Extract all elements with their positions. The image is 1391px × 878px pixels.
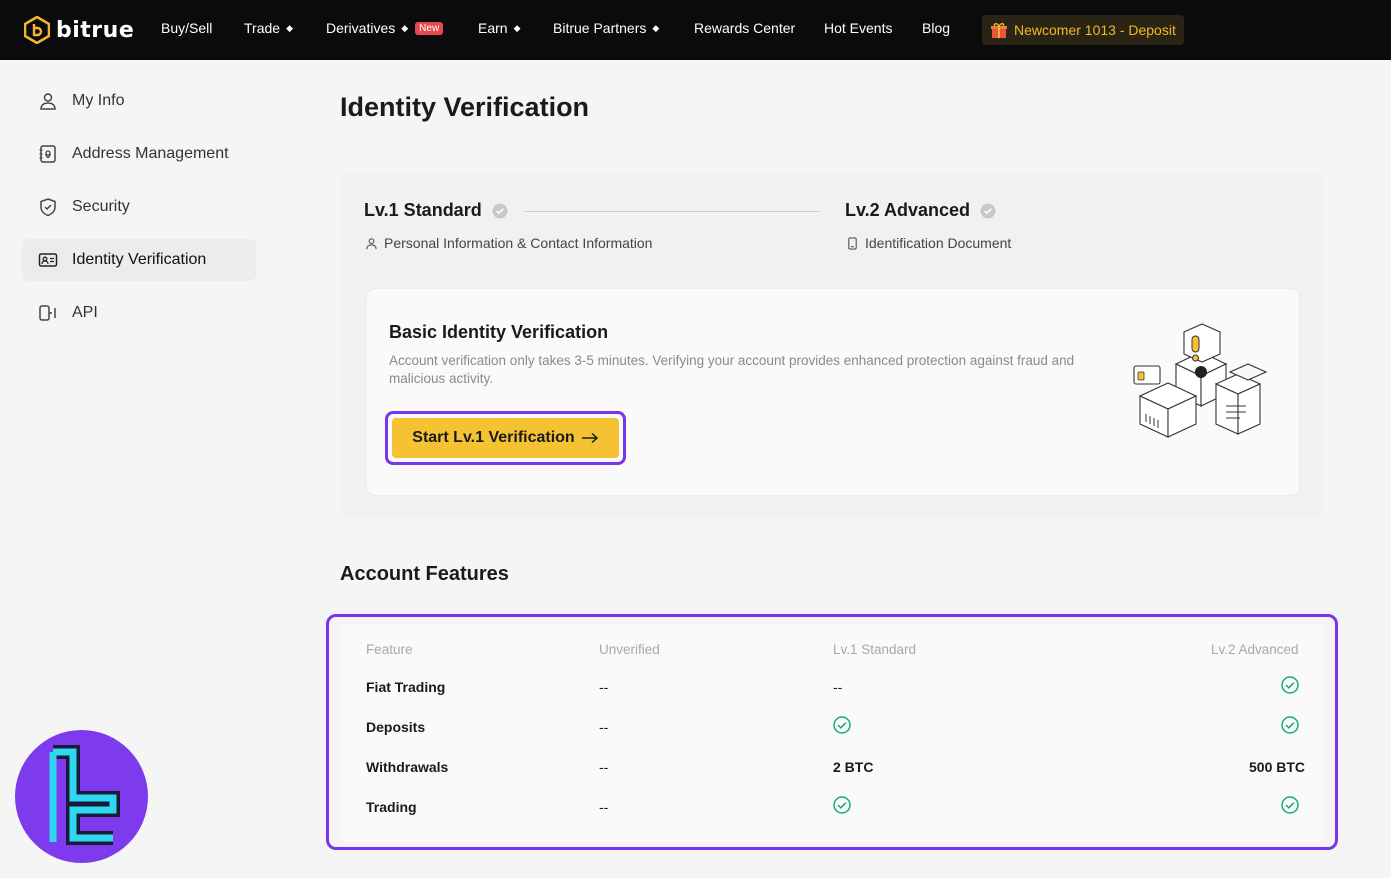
promo-label: Newcomer 1013 - Deposit (1014, 22, 1176, 38)
nav-label: Blog (922, 20, 951, 36)
nav-label: Derivatives (326, 20, 396, 36)
table-cell-unverified: -- (599, 719, 609, 735)
table-cell-unverified: -- (599, 679, 609, 695)
column-header-lv2: Lv.2 Advanced (1211, 642, 1299, 657)
nav-label: Hot Events (824, 20, 893, 36)
check-circle-icon (980, 203, 996, 218)
table-cell-lv1: -- (833, 679, 843, 695)
nav-label: Rewards Center (694, 20, 796, 36)
user-icon (40, 93, 56, 110)
newcomer-promo-button[interactable]: Newcomer 1013 - Deposit (982, 15, 1184, 45)
nav-label: Earn (478, 20, 508, 36)
nav-trade[interactable]: Trade ◆ (244, 20, 293, 36)
caret-down-icon: ◆ (286, 22, 293, 33)
nav-hot-events[interactable]: Hot Events (824, 20, 892, 36)
nav-buy-sell[interactable]: Buy/Sell (161, 20, 212, 36)
nav-blog[interactable]: Blog (922, 20, 950, 36)
sidebar-item-my-info[interactable]: My Info (22, 80, 256, 122)
nav-derivatives[interactable]: Derivatives ◆ New (326, 20, 444, 36)
table-row-feature: Deposits (366, 719, 426, 735)
table-row-feature: Trading (366, 799, 417, 815)
lv1-subtitle-text: Personal Information & Contact Informati… (384, 235, 653, 251)
sidebar-item-label: API (72, 304, 98, 321)
account-features-table (340, 624, 1324, 842)
lv2-title-text: Lv.2 Advanced (845, 200, 971, 220)
level-progress-line (524, 211, 820, 212)
green-check-icon (833, 716, 851, 734)
column-header-unverified: Unverified (599, 642, 660, 657)
green-check-icon (1281, 716, 1299, 734)
account-features-title: Account Features (340, 563, 509, 585)
nav-bitrue-partners[interactable]: Bitrue Partners ◆ (553, 20, 659, 36)
button-label: Start Lv.1 Verification (412, 429, 575, 446)
table-cell-lv1: 2 BTC (833, 759, 874, 775)
caret-down-icon: ◆ (513, 22, 521, 33)
green-check-icon (833, 796, 851, 814)
table-cell-unverified: -- (599, 799, 609, 815)
sidebar-item-label: Security (72, 198, 130, 215)
shield-icon (40, 198, 56, 217)
lv1-subtitle: Personal Information & Contact Informati… (365, 235, 652, 251)
page-title: Identity Verification (340, 92, 590, 122)
basic-verification-description: Account verification only takes 3-5 minu… (389, 353, 1075, 386)
lv2-title: Lv.2 Advanced (845, 200, 996, 221)
sidebar-item-api[interactable]: API (22, 292, 256, 334)
green-check-icon (1281, 676, 1299, 694)
nav-label: Bitrue Partners (553, 20, 647, 36)
sidebar-item-label: My Info (72, 92, 125, 109)
document-icon (848, 236, 857, 250)
nav-earn[interactable]: Earn ◆ (478, 20, 521, 36)
column-header-lv1: Lv.1 Standard (833, 642, 917, 657)
arrow-right-icon (581, 432, 598, 444)
sidebar-item-label: Address Management (72, 145, 229, 162)
new-badge: New (415, 21, 444, 35)
table-row-feature: Fiat Trading (366, 679, 446, 695)
address-book-icon (39, 145, 56, 163)
table-cell-lv2: 500 BTC (1249, 759, 1306, 775)
nav-rewards-center[interactable]: Rewards Center (694, 20, 795, 36)
start-lv1-verification-button[interactable]: Start Lv.1 Verification (392, 418, 619, 458)
lv1-title-text: Lv.1 Standard (364, 200, 482, 220)
table-row-feature: Withdrawals (366, 759, 449, 775)
brand-logo[interactable]: bitrue (24, 16, 134, 44)
sidebar-item-security[interactable]: Security (22, 186, 256, 228)
lv2-subtitle-text: Identification Document (865, 235, 1012, 251)
bitrue-logo-icon (24, 16, 50, 44)
id-card-icon (38, 253, 58, 267)
verification-illustration-icon (1133, 323, 1268, 438)
basic-verification-title: Basic Identity Verification (389, 322, 609, 342)
tc-logo-icon (49, 745, 120, 845)
lv1-title: Lv.1 Standard (364, 200, 508, 221)
brand-name: bitrue (56, 17, 135, 43)
lv2-subtitle: Identification Document (846, 235, 1011, 251)
nav-label: Trade (244, 20, 281, 36)
check-circle-icon (492, 203, 508, 218)
sidebar-item-address-management[interactable]: Address Management (22, 133, 256, 175)
green-check-icon (1281, 796, 1299, 814)
top-nav: bitrue Buy/Sell Trade ◆ Derivatives ◆ New E… (0, 0, 1391, 60)
watermark-logo (15, 730, 148, 863)
caret-down-icon: ◆ (401, 22, 409, 33)
column-header-feature: Feature (366, 642, 413, 657)
caret-down-icon: ◆ (652, 22, 660, 33)
api-icon (39, 305, 56, 321)
sidebar-item-identity-verification[interactable]: Identity Verification (22, 239, 256, 281)
gift-icon (991, 23, 1007, 38)
table-cell-unverified: -- (599, 759, 609, 775)
sidebar-item-label: Identity Verification (72, 251, 207, 268)
nav-label: Buy/Sell (161, 20, 213, 36)
user-icon (366, 237, 377, 249)
